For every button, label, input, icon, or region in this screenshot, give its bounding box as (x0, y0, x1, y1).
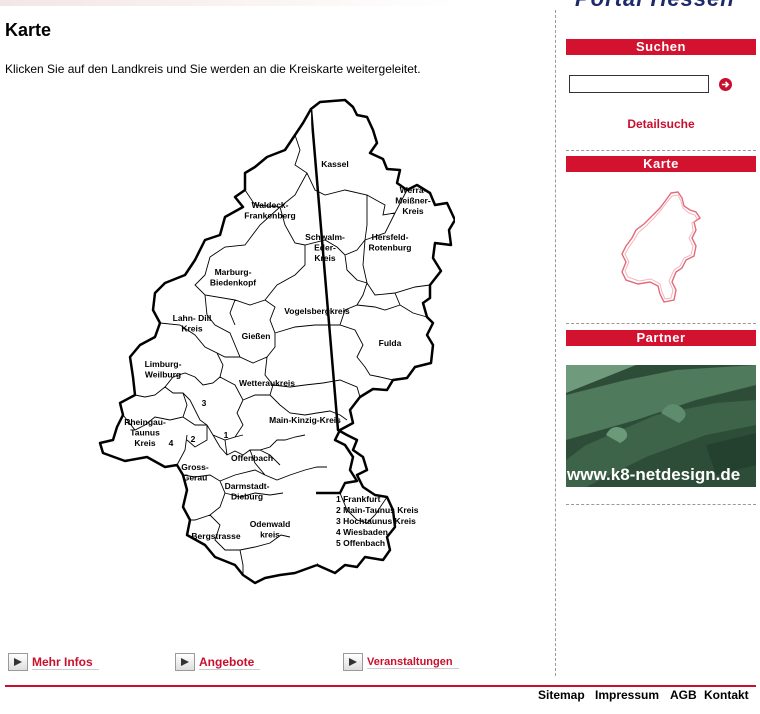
map-svg[interactable]: KasselWerra-Meißner-KreisWaldeck-Franken… (95, 95, 455, 590)
play-arrow-icon (343, 653, 363, 671)
main-content: Karte Klicken Sie auf den Landkreis und … (0, 0, 552, 690)
angebote-link[interactable]: Angebote (175, 652, 261, 672)
bottom-nav: Mehr Infos Angebote Veranstaltungen (8, 652, 548, 674)
search-heading: Suchen (566, 39, 756, 55)
district-label-fulda[interactable]: Fulda (379, 338, 402, 348)
sidebar-divider (566, 323, 756, 324)
mehr-infos-link[interactable]: Mehr Infos (8, 652, 99, 672)
district-label-mainkinzig[interactable]: Main-Kinzig-Kreis (269, 415, 341, 425)
state-outline-west (98, 108, 318, 585)
partner-url-text: www.k8-netdesign.de (567, 465, 741, 484)
district-label-num3[interactable]: 3 (202, 398, 207, 408)
sidebar-divider (566, 504, 756, 505)
column-divider (555, 10, 556, 676)
footer-link-impressum[interactable]: Impressum (595, 688, 659, 702)
legend-item: 5 Offenbach (336, 538, 385, 548)
hessen-district-map[interactable]: Kassel Werra-Meißner-Kreis Waldeck-Franken… (95, 95, 455, 590)
legend-item: 2 Main-Taunus Kreis (336, 505, 419, 515)
district-label-offenbach[interactable]: Offenbach (231, 453, 273, 463)
site-logo-fragment[interactable]: Portal Hessen (575, 0, 735, 12)
district-label-waldeck[interactable]: Waldeck-Frankenberg (244, 200, 296, 221)
district-label-vogelsberg[interactable]: Vogelsbergkreis (284, 306, 350, 316)
legend-item: 1 Frankfurt (336, 494, 381, 504)
footer-link-kontakt[interactable]: Kontakt (704, 688, 749, 702)
district-label-kassel[interactable]: Kassel (321, 159, 348, 169)
legend-item: 3 Hochtaunus Kreis (336, 516, 416, 526)
district-label-grossgerau[interactable]: Gross-Gerau (181, 462, 209, 483)
district-label-bergstrasse[interactable]: Bergstrasse (191, 531, 240, 541)
partner-heading: Partner (566, 330, 756, 346)
district-label-num4[interactable]: 4 (169, 438, 174, 448)
detailsuche-link[interactable]: Detailsuche (566, 117, 756, 131)
sidebar-divider (566, 150, 756, 151)
angebote-label: Angebote (199, 655, 261, 670)
veranstaltungen-label: Veranstaltungen (367, 656, 459, 669)
district-label-giessen[interactable]: Gießen (242, 331, 271, 341)
hessen-minimap[interactable] (616, 190, 706, 305)
page-title: Karte (5, 20, 52, 40)
arrow-right-icon (721, 81, 730, 88)
map-heading: Karte (566, 156, 756, 172)
district-label-num2[interactable]: 2 (191, 434, 196, 444)
play-arrow-icon (8, 653, 28, 671)
footer-divider (5, 685, 756, 687)
intro-text: Klicken Sie auf den Landkreis und Sie we… (5, 62, 421, 76)
mehr-infos-label: Mehr Infos (32, 655, 99, 670)
partner-banner[interactable]: www.k8-netdesign.de (566, 365, 756, 487)
footer-link-agb[interactable]: AGB (670, 688, 697, 702)
district-label-num1[interactable]: 1 (224, 430, 229, 440)
district-label-limburg[interactable]: Limburg-Weilburg (145, 359, 182, 380)
play-arrow-icon (175, 653, 195, 671)
district-label-darmstadt[interactable]: Darmstadt-Dieburg (225, 481, 270, 502)
legend-item: 4 Wiesbaden (336, 527, 388, 537)
district-label-marburg[interactable]: Marburg-Biedenkopf (210, 267, 256, 288)
search-input[interactable] (569, 75, 709, 93)
footer-link-sitemap[interactable]: Sitemap (538, 688, 585, 702)
district-label-wetterau[interactable]: Wetteraukreis (239, 378, 295, 388)
footer-nav: Sitemap Impressum AGB Kontakt (0, 688, 760, 708)
district-label-hersfeld[interactable]: Hersfeld-Rotenburg (369, 232, 412, 253)
map-legend: 1 Frankfurt2 Main-Taunus Kreis3 Hochtaun… (336, 494, 419, 548)
search-go-button[interactable] (719, 78, 732, 91)
veranstaltungen-link[interactable]: Veranstaltungen (343, 652, 459, 672)
